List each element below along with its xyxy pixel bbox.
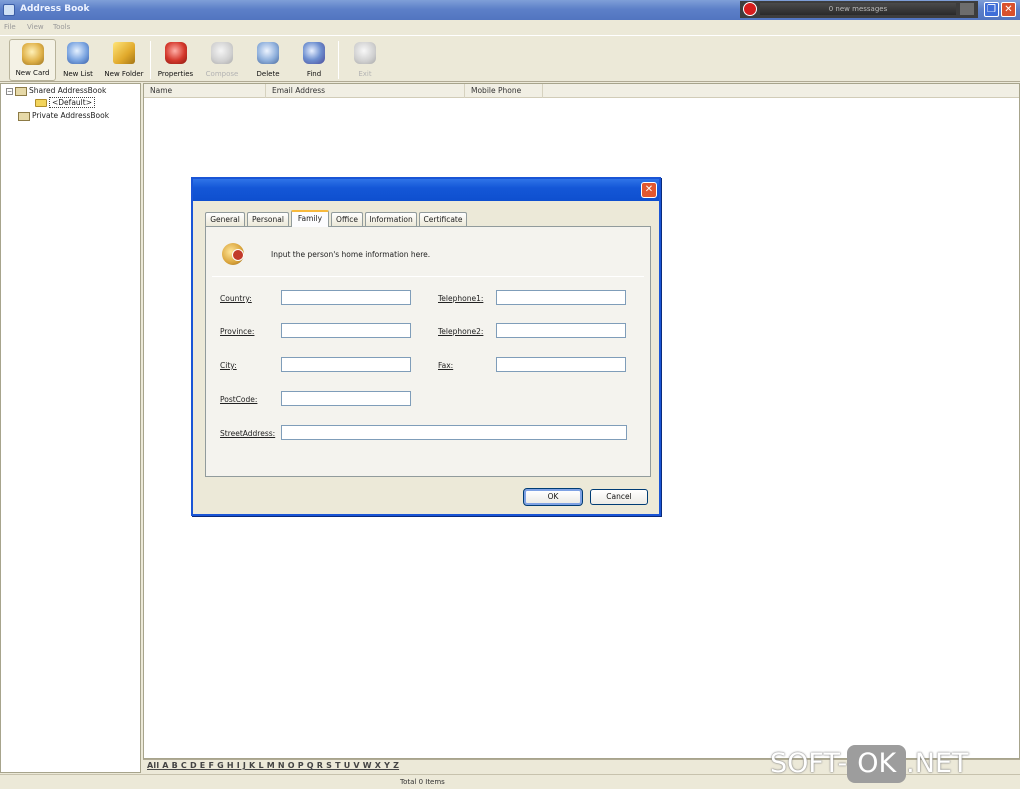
street-address-label: StreetAddress: [220,429,276,438]
province-input[interactable] [281,323,411,338]
menu-view[interactable]: View [27,23,44,31]
contact-dialog: ✕ General Personal Family Office Informa… [191,177,661,516]
fax-input[interactable] [496,357,626,372]
find-icon [303,42,325,64]
menu-file[interactable]: File [4,23,16,31]
info-text: Input the person's home information here… [271,250,431,259]
tab-information[interactable]: Information [365,212,417,226]
toolbar: New Card New List New Folder Properties … [0,35,1020,82]
window-title: Address Book [20,4,90,14]
cancel-button[interactable]: Cancel [590,489,648,505]
exit-icon [354,42,376,64]
collapse-icon[interactable]: − [6,87,13,95]
status-text: Total 0 Items [400,778,445,786]
delete-icon [257,42,279,64]
new-list-button[interactable]: New List [59,39,97,81]
folder-tree[interactable]: − Shared AddressBook <Default> Private Ad… [0,83,141,773]
dialog-titlebar: ✕ [193,179,659,201]
new-card-icon [21,43,44,65]
list-header: Name Email Address Mobile Phone [144,84,1019,98]
message-count: 0 new messages [760,3,956,15]
column-mobile[interactable]: Mobile Phone [465,84,543,98]
city-label: City: [220,361,237,370]
telephone1-label: Telephone1: [438,294,484,303]
country-input[interactable] [281,290,411,305]
tab-personal[interactable]: Personal [247,212,289,226]
exit-button[interactable]: Exit [344,39,386,81]
province-label: Province: [220,327,255,336]
menu-tools[interactable]: Tools [53,23,70,31]
postcode-input[interactable] [281,391,411,406]
tab-general[interactable]: General [205,212,245,226]
ok-button[interactable]: OK [523,488,583,506]
new-list-icon [67,42,89,64]
telephone1-input[interactable] [496,290,626,305]
book-icon [15,86,27,96]
family-info-icon [222,243,244,265]
address-book-icon [3,4,15,16]
restore-button[interactable]: ❐ [984,2,999,17]
new-folder-button[interactable]: New Folder [100,39,148,81]
telephone2-input[interactable] [496,323,626,338]
new-folder-icon [113,42,135,64]
country-label: Country: [220,294,252,303]
find-button[interactable]: Find [294,39,334,81]
column-email[interactable]: Email Address [266,84,465,98]
street-address-input[interactable] [281,425,627,440]
compose-button[interactable]: Compose [201,39,243,81]
properties-button[interactable]: Properties [153,39,198,81]
message-notifier[interactable]: 0 new messages [740,1,978,18]
dialog-close-button[interactable]: ✕ [641,182,657,198]
book-icon [18,111,30,121]
column-name[interactable]: Name [144,84,266,98]
panel-divider [212,276,644,277]
tab-office[interactable]: Office [331,212,363,226]
menu-bar: File View Tools [0,20,1020,35]
folder-icon [35,99,47,107]
telephone2-label: Telephone2: [438,327,484,336]
tab-family[interactable]: Family [291,210,329,227]
watermark: SOFT- OK .NET [770,744,969,784]
delete-button[interactable]: Delete [248,39,288,81]
new-card-button[interactable]: New Card [9,39,56,81]
tree-item-private[interactable]: Private AddressBook [18,111,109,123]
family-tab-panel: Input the person's home information here… [205,226,651,477]
properties-icon [164,42,187,64]
close-button[interactable]: ✕ [1001,2,1016,17]
message-scroll-button[interactable] [960,3,974,15]
alphabet-letters[interactable]: All A B C D E F G H I J K L M N O P Q R … [147,761,399,770]
fax-label: Fax: [438,361,454,370]
tree-item-default[interactable]: <Default> [35,97,95,110]
message-icon[interactable] [743,2,757,16]
window-titlebar: Address Book 0 new messages ❐ ✕ [0,0,1020,20]
city-input[interactable] [281,357,411,372]
tab-certificate[interactable]: Certificate [419,212,467,226]
compose-icon [211,42,233,64]
postcode-label: PostCode: [220,395,258,404]
